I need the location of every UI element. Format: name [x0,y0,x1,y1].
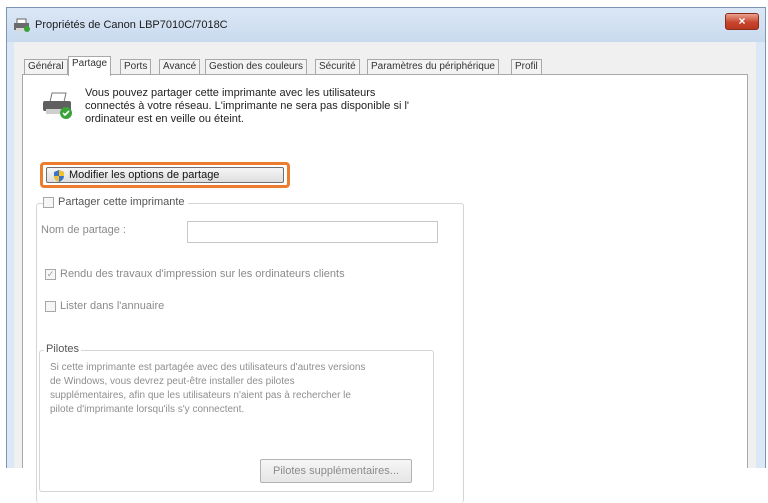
sharing-intro: Vous pouvez partager cette imprimante av… [85,87,435,126]
sharing-panel: Vous pouvez partager cette imprimante av… [22,74,748,503]
drivers-description-line: supplémentaires, afin que les utilisateu… [50,390,351,401]
tab-securite[interactable]: Sécurité [315,59,360,75]
sharing-intro-line: Vous pouvez partager cette imprimante av… [85,87,376,99]
title-bar[interactable]: Propriétés de Canon LBP7010C/7018C × [7,8,765,42]
render-jobs-checkbox[interactable]: ✓ [45,268,56,280]
drivers-legend: Pilotes [44,343,82,355]
tab-partage[interactable]: Partage [68,56,112,76]
share-name-input[interactable] [187,221,438,243]
window-title: Propriétés de Canon LBP7010C/7018C [35,19,228,31]
close-button[interactable]: × [725,13,759,30]
printer-icon [14,18,30,32]
drivers-description-line: de Windows, vous devrez peut-être instal… [50,376,295,387]
list-directory-checkbox[interactable] [45,300,56,312]
uac-shield-icon [54,170,64,182]
tab-ports[interactable]: Ports [120,59,152,75]
sharing-intro-line: connectés à votre réseau. L'imprimante n… [85,100,409,112]
share-name-label: Nom de partage : [41,224,126,236]
share-group: Partager cette imprimante Nom de partage… [36,196,464,503]
tab-avance[interactable]: Avancé [159,59,201,75]
highlight-outline: Modifier les options de partage [40,162,290,188]
list-directory-checkbox-row[interactable]: Lister dans l'annuaire [45,300,164,312]
share-printer-label: Partager cette imprimante [58,196,185,208]
tab-profil[interactable]: Profil [511,59,542,75]
drivers-group: Pilotes Si cette imprimante est partagée… [39,343,434,492]
share-printer-checkbox[interactable] [43,196,54,208]
change-sharing-options-label: Modifier les options de partage [69,169,220,181]
render-jobs-label: Rendu des travaux d'impression sur les o… [60,268,345,280]
change-sharing-options-button[interactable]: Modifier les options de partage [46,167,284,183]
render-jobs-checkbox-row[interactable]: ✓ Rendu des travaux d'impression sur les… [45,268,345,280]
share-printer-checkbox-row[interactable]: Partager cette imprimante [43,196,188,208]
drivers-description: Si cette imprimante est partagée avec de… [50,361,425,417]
drivers-description-line: pilote d'imprimante lorsqu'ils s'y conne… [50,404,245,415]
dialog-client: Général Partage Ports Avancé Gestion des… [14,42,756,503]
sharing-intro-line: ordinateur est en veille ou éteint. [85,113,244,125]
drivers-description-line: Si cette imprimante est partagée avec de… [50,362,366,373]
close-icon: × [738,14,746,28]
tab-parametres-peripherique[interactable]: Paramètres du périphérique [367,59,499,75]
list-directory-label: Lister dans l'annuaire [60,300,165,312]
printer-properties-window: Propriétés de Canon LBP7010C/7018C × Gén… [6,7,766,503]
tab-gestion-couleurs[interactable]: Gestion des couleurs [205,59,307,75]
additional-drivers-button[interactable]: Pilotes supplémentaires... [260,459,412,483]
shared-printer-icon [43,92,72,119]
tab-general[interactable]: Général [24,59,68,75]
